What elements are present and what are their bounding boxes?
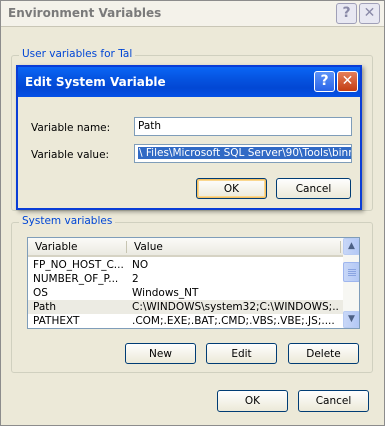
row-value: C:\WINDOWS\system32;C:\WINDOWS;...: [132, 301, 340, 313]
table-row[interactable]: NUMBER_OF_P... 2: [28, 272, 343, 286]
row-variable: FP_NO_HOST_C...: [33, 259, 124, 271]
row-variable: OS: [33, 287, 48, 299]
variable-name-label: Variable name:: [31, 122, 111, 134]
column-divider[interactable]: [126, 241, 127, 253]
ok-button[interactable]: OK: [217, 390, 288, 412]
variable-name-field[interactable]: Path: [134, 117, 352, 136]
scroll-up-button[interactable]: ▲: [343, 238, 359, 255]
help-button[interactable]: ?: [336, 3, 357, 24]
row-value: 2: [132, 273, 139, 285]
environment-variables-window: Environment Variables ? ✕ User variables…: [0, 0, 385, 426]
dialog-cancel-button[interactable]: Cancel: [276, 178, 351, 199]
table-row[interactable]: OS Windows_NT: [28, 286, 343, 300]
system-variables-label: System variables: [19, 215, 116, 227]
table-row-selected[interactable]: Path C:\WINDOWS\system32;C:\WINDOWS;...: [28, 300, 343, 314]
user-variables-label: User variables for Tal: [19, 48, 136, 60]
row-variable: PATHEXT: [33, 315, 80, 327]
scroll-thumb[interactable]: [343, 262, 359, 282]
close-button[interactable]: ✕: [359, 3, 380, 24]
edit-system-variable-dialog: Edit System Variable ? ✕ Variable name: …: [16, 65, 362, 210]
table-row[interactable]: FP_NO_HOST_C... NO: [28, 258, 343, 272]
edit-button[interactable]: Edit: [206, 343, 277, 364]
vertical-scrollbar[interactable]: ▲ ▼: [343, 238, 359, 328]
variable-value-field[interactable]: \ Files\Microsoft SQL Server\90\Tools\bi…: [134, 144, 352, 163]
list-header: Variable Value: [28, 238, 343, 257]
table-row[interactable]: PATHEXT .COM;.EXE;.BAT;.CMD;.VBS;.VBE;.J…: [28, 314, 343, 328]
window-title: Environment Variables: [8, 6, 162, 20]
row-value: Windows_NT: [132, 287, 199, 299]
scroll-down-button[interactable]: ▼: [343, 311, 359, 328]
delete-button[interactable]: Delete: [288, 343, 359, 364]
row-value: .COM;.EXE;.BAT;.CMD;.VBS;.VBE;.JS;....: [132, 315, 335, 327]
row-variable: Path: [33, 301, 57, 313]
dialog-titlebar: Edit System Variable ? ✕: [18, 67, 360, 97]
column-divider[interactable]: [340, 241, 341, 253]
dialog-title: Edit System Variable: [25, 75, 166, 89]
column-header-variable[interactable]: Variable: [35, 241, 78, 253]
cancel-button[interactable]: Cancel: [298, 390, 369, 412]
selected-text: \ Files\Microsoft SQL Server\90\Tools\bi…: [138, 147, 351, 159]
column-header-value[interactable]: Value: [134, 241, 163, 253]
row-value: NO: [132, 259, 149, 271]
system-variables-list[interactable]: Variable Value FP_NO_HOST_C... NO NUMBER…: [27, 237, 360, 329]
variable-value-label: Variable value:: [31, 149, 110, 161]
new-button[interactable]: New: [125, 343, 196, 364]
dialog-ok-button[interactable]: OK: [196, 178, 267, 199]
row-variable: NUMBER_OF_P...: [33, 273, 119, 285]
window-titlebar: Environment Variables ? ✕: [1, 1, 384, 27]
dialog-close-button[interactable]: ✕: [337, 71, 358, 92]
dialog-help-button[interactable]: ?: [314, 71, 335, 92]
